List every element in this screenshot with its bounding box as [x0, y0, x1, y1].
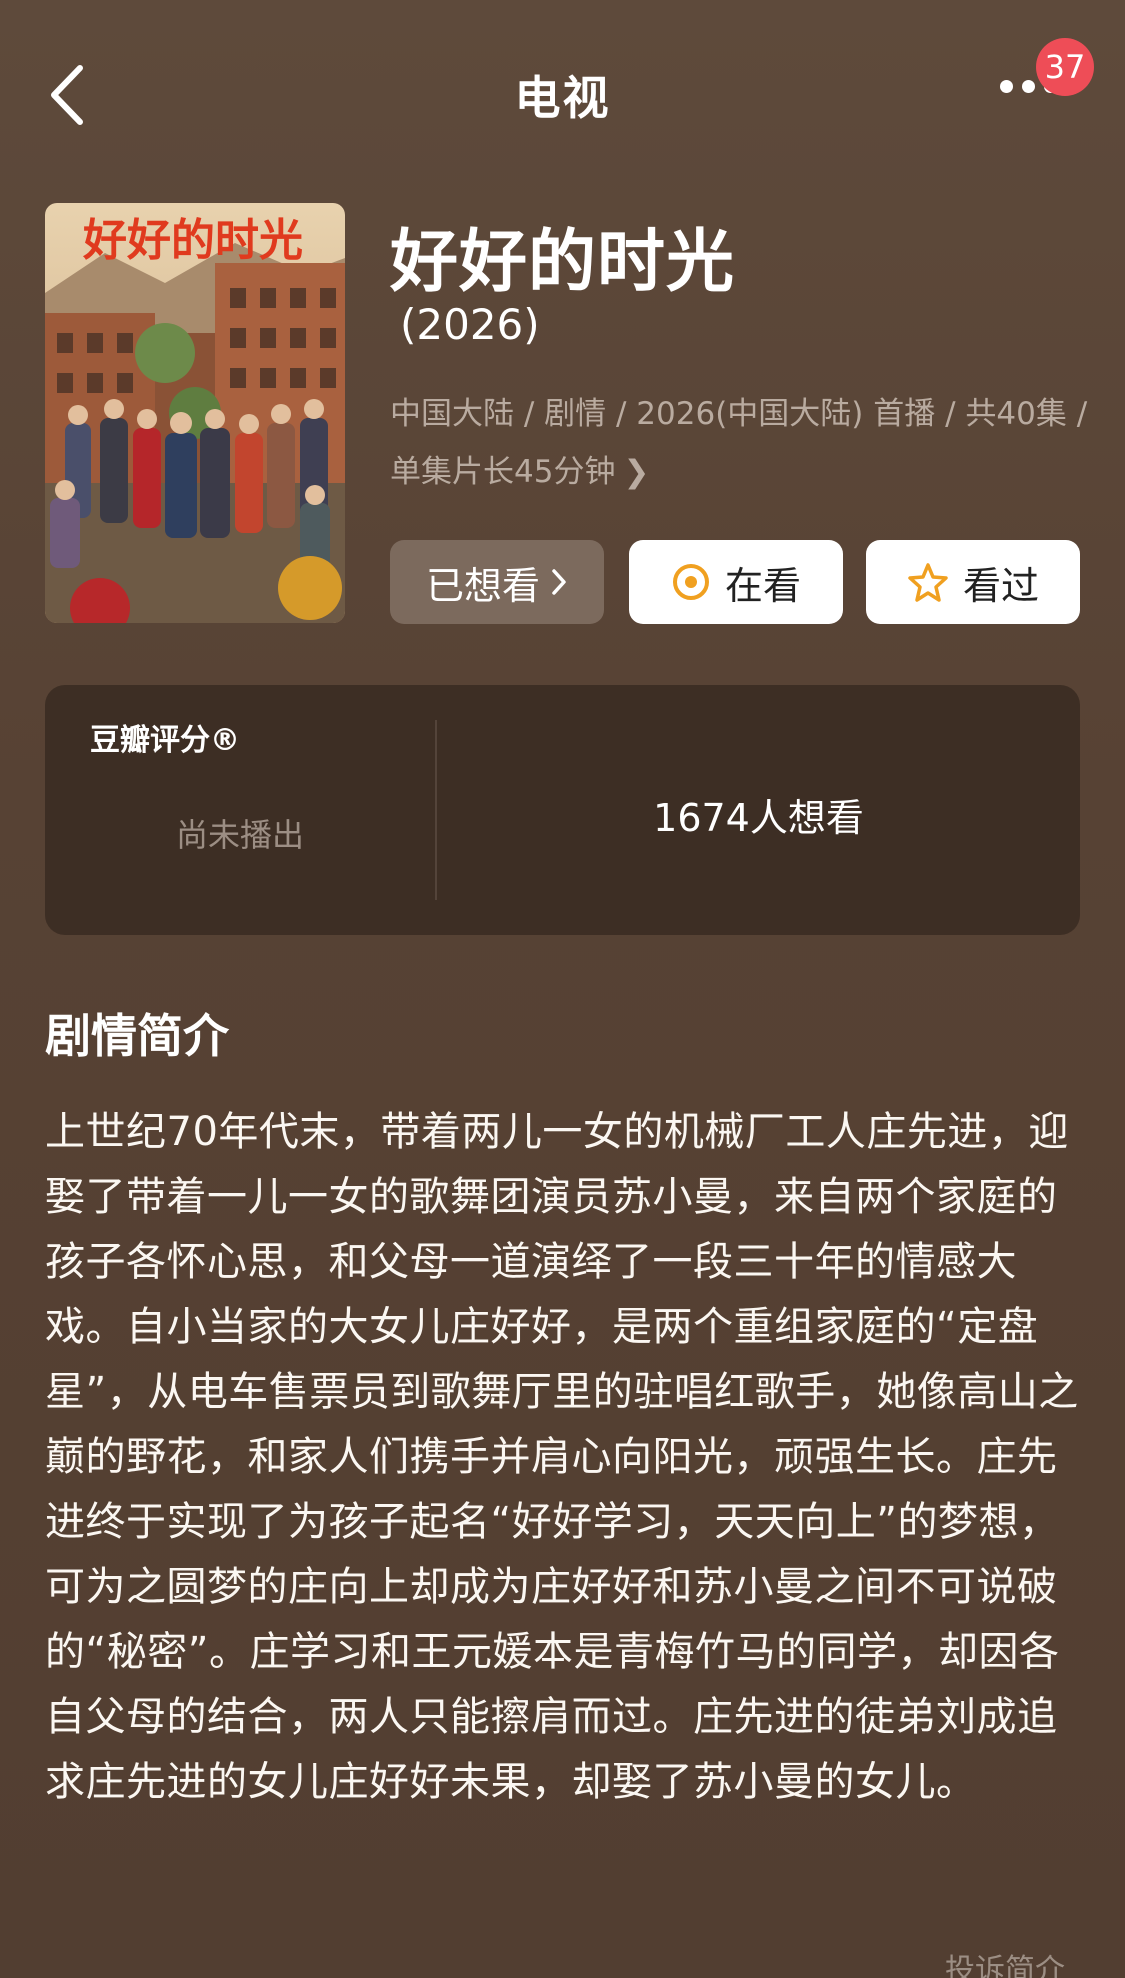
meta-text: 中国大陆 / 剧情 / 2026(中国大陆) 首播 / 共40集 / 单集片长4… — [390, 396, 1088, 490]
rating-status: 尚未播出 — [175, 816, 304, 854]
wished-label: 已想看 — [425, 563, 540, 608]
wish-count: 1674人想看 — [653, 796, 864, 840]
nav-bar: 电视 37 — [0, 0, 1125, 185]
synopsis-title: 剧情简介 — [45, 1009, 229, 1063]
watching-button[interactable]: 在看 — [629, 540, 843, 624]
subject-page: 电视 37 好好的时光 好好的时光 (2026) 中国大陆 / 剧情 / 202… — [0, 0, 1125, 1978]
notification-badge[interactable]: 37 — [1036, 38, 1094, 96]
subject-year: (2026) — [400, 300, 540, 349]
chevron-right-icon: ❯ — [623, 454, 650, 490]
wished-button[interactable]: 已想看 — [390, 540, 604, 624]
chevron-right-icon — [550, 567, 568, 597]
rating-card[interactable]: 豆瓣评分® 尚未播出 1674人想看 — [45, 685, 1080, 935]
watching-label: 在看 — [724, 563, 801, 608]
synopsis-text: 上世纪70年代末，带着两儿一女的机械厂工人庄先进，迎娶了带着一儿一女的歌舞团演员… — [45, 1109, 1079, 1805]
subject-title: 好好的时光 — [390, 223, 736, 302]
subject-meta[interactable]: 中国大陆 / 剧情 / 2026(中国大陆) 首播 / 共40集 / 单集片长4… — [390, 385, 1090, 501]
page-title: 电视 — [514, 71, 611, 125]
target-icon — [671, 562, 711, 602]
poster-title-art: 好好的时光 — [82, 215, 303, 266]
report-synopsis-link[interactable]: 投诉简介 — [945, 1945, 1065, 1978]
watched-label: 看过 — [962, 563, 1039, 608]
rating-title: 豆瓣评分® — [90, 723, 240, 758]
watched-button[interactable]: 看过 — [866, 540, 1080, 624]
more-dots-icon — [1000, 80, 1013, 93]
poster-image[interactable]: 好好的时光 — [45, 203, 345, 623]
star-icon — [907, 562, 949, 602]
